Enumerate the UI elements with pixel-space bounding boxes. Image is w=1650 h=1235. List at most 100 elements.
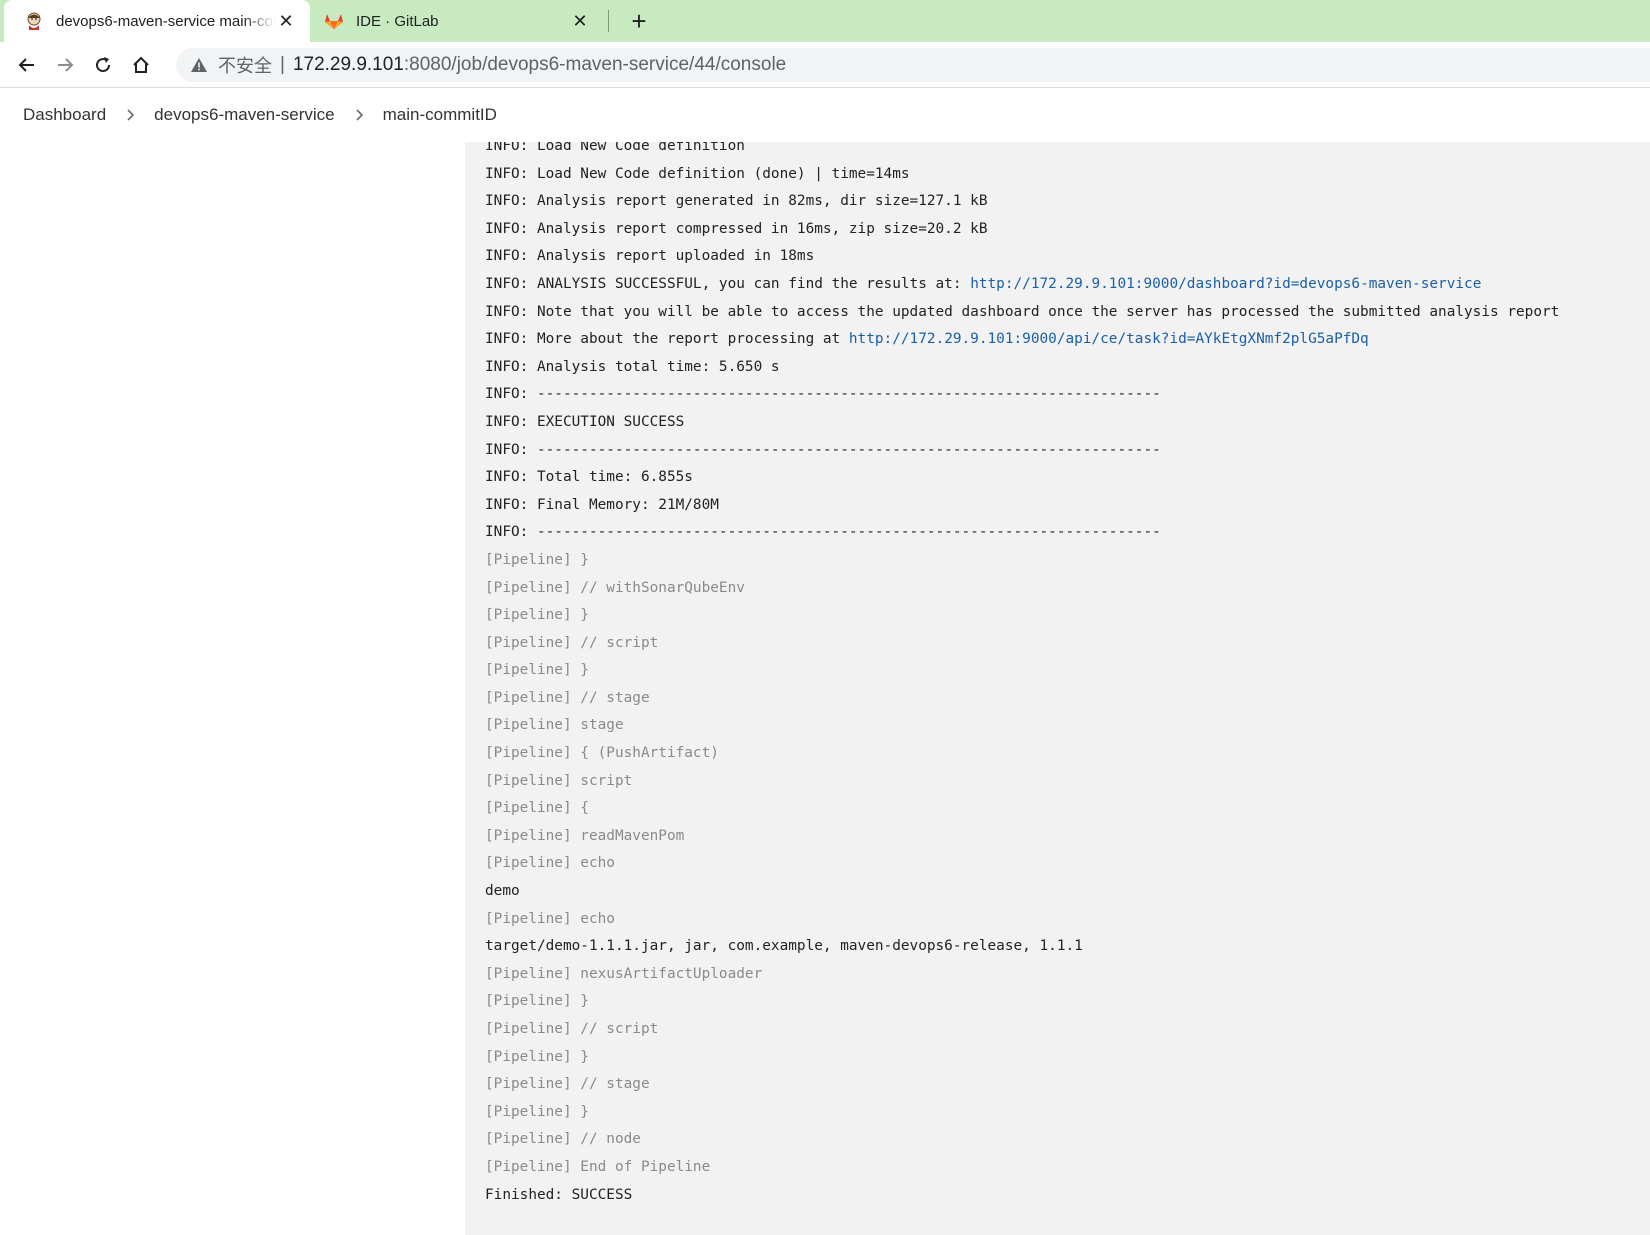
console-line: [Pipeline] { (PushArtifact)	[485, 740, 1559, 768]
console-line: [Pipeline] nexusArtifactUploader	[485, 961, 1559, 989]
gitlab-icon	[325, 14, 343, 29]
arrow-left-icon	[18, 58, 34, 72]
console-line-text: INFO: Analysis report generated in 82ms,…	[485, 193, 988, 210]
console-line: [Pipeline] script	[485, 768, 1559, 796]
console-line: [Pipeline] // script	[485, 1016, 1559, 1044]
console-line: INFO: EXECUTION SUCCESS	[485, 409, 1559, 437]
console-line: [Pipeline] }	[485, 657, 1559, 685]
console-line: [Pipeline] {	[485, 795, 1559, 823]
console-line-text: [Pipeline] }	[485, 607, 589, 624]
console-line: INFO: Analysis report uploaded in 18ms	[485, 243, 1559, 271]
chevron-right-icon	[106, 108, 154, 122]
back-button[interactable]	[12, 50, 42, 80]
console-line: INFO: Final Memory: 21M/80M	[485, 492, 1559, 520]
console-line: [Pipeline] // stage	[485, 1071, 1559, 1099]
console-line-text: [Pipeline] // script	[485, 1021, 659, 1037]
console-line-text: INFO: Load New Code definition	[485, 142, 745, 154]
console-line: demo	[485, 878, 1559, 906]
jenkins-icon	[27, 12, 41, 30]
tab-jenkins-console[interactable]: devops6-maven-service main-commitID #44 …	[4, 0, 310, 42]
console-line-text: INFO: Total time: 6.855s	[485, 469, 693, 486]
breadcrumb-dashboard[interactable]: Dashboard	[23, 105, 106, 125]
console-line-text: [Pipeline] // node	[485, 1131, 641, 1148]
new-tab-button[interactable]: +	[624, 6, 654, 36]
console-line-text: [Pipeline] echo	[485, 855, 615, 872]
console-line-text: [Pipeline] readMavenPom	[485, 827, 685, 844]
console-line: INFO: Load New Code definition (done) | …	[485, 161, 1559, 189]
console-line: [Pipeline] echo	[485, 850, 1559, 878]
console-line-text: INFO: Note that you will be able to acce…	[485, 303, 1560, 320]
console-line-text: [Pipeline] echo	[485, 910, 615, 927]
console-line-text: [Pipeline] End of Pipeline	[485, 1158, 711, 1175]
console-line: INFO: ANALYSIS SUCCESSFUL, you can find …	[485, 271, 1559, 299]
forward-button[interactable]	[50, 50, 80, 80]
tab-title: devops6-maven-service main-commitID #44 …	[56, 12, 276, 30]
console-line-text: INFO: Analysis total time: 5.650 s	[485, 358, 780, 375]
console-line-text: INFO: ----------------------------------…	[485, 386, 1161, 403]
close-tab-icon[interactable]: ✕	[276, 11, 296, 32]
console-line: [Pipeline] End of Pipeline	[485, 1154, 1559, 1182]
side-panel	[0, 142, 465, 1235]
console-line-text: [Pipeline] }	[485, 1103, 589, 1120]
console-line: [Pipeline] }	[485, 547, 1559, 575]
console-line: [Pipeline] }	[485, 1099, 1559, 1127]
console-line-text: INFO: Final Memory: 21M/80M	[485, 496, 719, 513]
console-line-text: [Pipeline] stage	[485, 717, 624, 734]
home-icon	[133, 56, 149, 73]
tab-separator	[608, 10, 609, 32]
reload-icon	[96, 57, 111, 73]
tab-gitlab-ide[interactable]: IDE · GitLab ✕	[312, 0, 604, 42]
console-line-text: INFO: Analysis report compressed in 16ms…	[485, 220, 988, 237]
console-line: [Pipeline] echo	[485, 906, 1559, 934]
console-line-text: INFO: EXECUTION SUCCESS	[485, 413, 685, 430]
console-link[interactable]: http://172.29.9.101:9000/api/ce/task?id=…	[849, 331, 1369, 347]
breadcrumb: Dashboard devops6-maven-service main-com…	[0, 88, 1650, 142]
address-separator: |	[280, 54, 285, 75]
console-line-text: target/demo-1.1.1.jar, jar, com.example,…	[485, 938, 1083, 955]
browser-toolbar: 不安全 | 172.29.9.101:8080/job/devops6-mave…	[0, 42, 1650, 88]
url-path: :8080/job/devops6-maven-service/44/conso…	[403, 54, 787, 75]
console-line-text: [Pipeline] }	[485, 551, 589, 568]
console-line: INFO: Analysis report generated in 82ms,…	[485, 188, 1559, 216]
warning-icon[interactable]	[190, 56, 208, 74]
console-line: INFO: ----------------------------------…	[485, 437, 1559, 465]
breadcrumb-branch[interactable]: main-commitID	[383, 105, 497, 125]
console-line: [Pipeline] // withSonarQubeEnv	[485, 575, 1559, 603]
console-line: INFO: Analysis total time: 5.650 s	[485, 354, 1559, 382]
console-line: [Pipeline] readMavenPom	[485, 823, 1559, 851]
security-label[interactable]: 不安全	[218, 52, 272, 78]
address-bar[interactable]: 不安全 | 172.29.9.101:8080/job/devops6-mave…	[176, 48, 1650, 82]
console-line-text: INFO: ANALYSIS SUCCESSFUL, you can find …	[485, 275, 971, 292]
console-line: INFO: Note that you will be able to acce…	[485, 299, 1559, 327]
console-line: INFO: Load New Code definition	[485, 142, 1559, 161]
console-line-text: INFO: ----------------------------------…	[485, 524, 1161, 541]
console-line: Finished: SUCCESS	[485, 1182, 1559, 1210]
console-line: [Pipeline] stage	[485, 712, 1559, 740]
console-line-text: [Pipeline] nexusArtifactUploader	[485, 965, 763, 982]
console-line-text: [Pipeline] {	[485, 800, 589, 817]
console-line: [Pipeline] // script	[485, 630, 1559, 658]
console-line-text: [Pipeline] // stage	[485, 689, 650, 706]
console-output: INFO: Load New Code definition INFO: Load…	[465, 142, 1650, 1235]
tab-strip: devops6-maven-service main-commitID #44 …	[0, 0, 1650, 42]
console-line-text: [Pipeline] { (PushArtifact)	[485, 745, 719, 762]
console-line: INFO: Analysis report compressed in 16ms…	[485, 216, 1559, 244]
console-line-text: [Pipeline] // script	[485, 634, 659, 651]
console-line-text: [Pipeline] // stage	[485, 1076, 650, 1093]
console-line: target/demo-1.1.1.jar, jar, com.example,…	[485, 933, 1559, 961]
console-line: INFO: ----------------------------------…	[485, 519, 1559, 547]
console-line-text: [Pipeline] }	[485, 662, 589, 679]
console-line: [Pipeline] // node	[485, 1126, 1559, 1154]
home-button[interactable]	[126, 50, 156, 80]
close-tab-icon[interactable]: ✕	[570, 11, 590, 32]
console-link[interactable]: http://172.29.9.101:9000/dashboard?id=de…	[970, 276, 1481, 292]
console-line-text: INFO: ----------------------------------…	[485, 441, 1161, 458]
console-line-text: INFO: Analysis report uploaded in 18ms	[485, 248, 815, 265]
tab-title: IDE · GitLab	[356, 12, 439, 30]
console-line-text: demo	[485, 883, 520, 900]
breadcrumb-job[interactable]: devops6-maven-service	[154, 105, 334, 125]
console-line-text: INFO: More about the report processing a…	[485, 331, 849, 348]
console-line-text: INFO: Load New Code definition (done) | …	[485, 165, 910, 182]
reload-button[interactable]	[88, 50, 118, 80]
console-line: INFO: More about the report processing a…	[485, 326, 1559, 354]
